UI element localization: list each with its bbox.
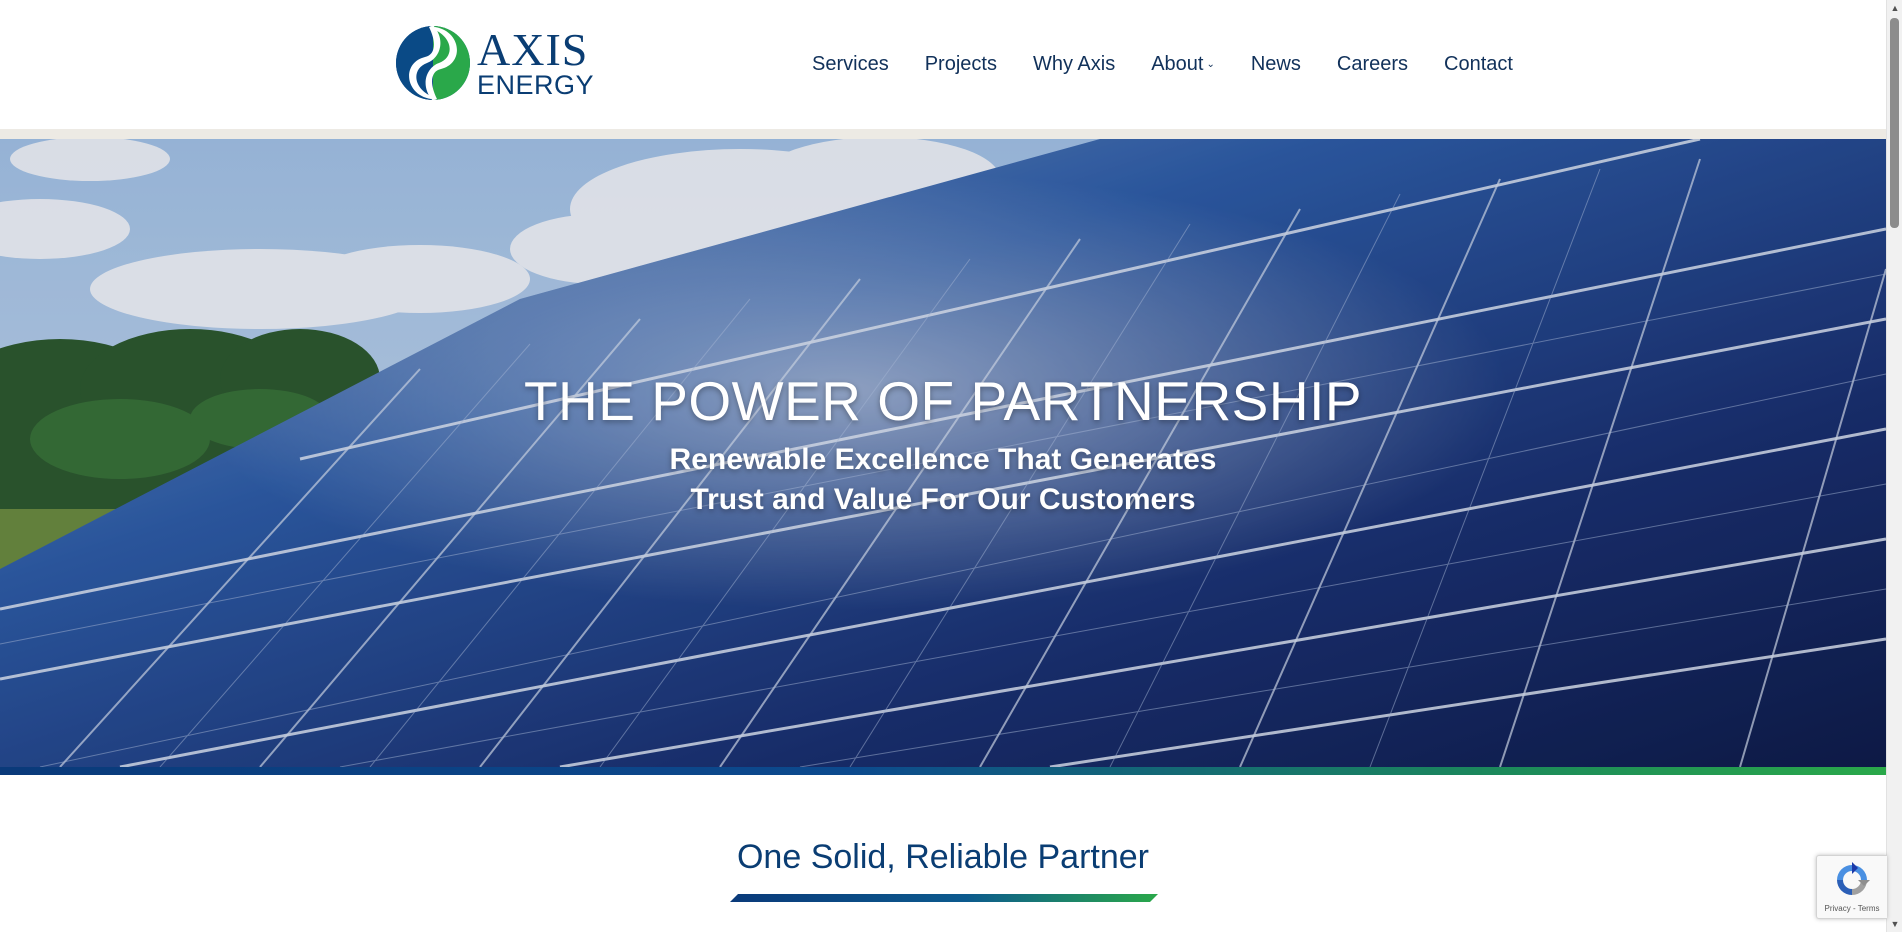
main-nav: Services Projects Why Axis About ⌄ News … [812,49,1513,79]
section-title-underline [730,894,1158,902]
hero-banner: THE POWER OF PARTNERSHIP Renewable Excel… [0,139,1886,767]
axis-energy-logo[interactable]: AXIS ENERGY [395,25,595,101]
recaptcha-icon [1837,862,1870,895]
recaptcha-privacy-link[interactable]: Privacy [1825,904,1851,913]
recaptcha-link-separator: - [1850,904,1858,913]
nav-item-label: Projects [924,52,997,75]
nav-item-label: Careers [1336,52,1409,75]
nav-item-projects[interactable]: Projects [925,53,997,76]
nav-item-services[interactable]: Services [812,53,889,76]
nav-item-label: Contact [1444,52,1513,75]
scroll-up-icon[interactable]: ▲ [1887,0,1902,16]
hero-accent-bar [0,767,1886,775]
logo-wordmark-axis: AXIS [477,24,589,75]
hero-subtitle-line-1: Renewable Excellence That Generates [669,443,1217,476]
nav-item-why-axis[interactable]: Why Axis [1033,53,1115,76]
nav-item-label: Services [812,52,889,75]
chevron-down-icon: ⌄ [1206,58,1215,70]
recaptcha-terms-link[interactable]: Terms [1858,904,1880,913]
scrollbar-thumb[interactable] [1890,18,1899,228]
hero-title: THE POWER OF PARTNERSHIP [523,370,1363,432]
nav-item-contact[interactable]: Contact [1444,53,1513,76]
recaptcha-badge[interactable]: Privacy - Terms [1816,855,1887,919]
nav-item-label: News [1250,52,1301,75]
axis-logo-mark-icon [396,26,470,100]
hero-subtitle-line-2: Trust and Value For Our Customers [690,483,1196,516]
logo-wordmark-energy: ENERGY [477,70,595,100]
nav-item-about[interactable]: About ⌄ [1151,53,1215,76]
recaptcha-links: Privacy - Terms [1817,904,1887,913]
nav-item-news[interactable]: News [1251,53,1301,76]
site-header: AXIS ENERGY Services Projects Why Axis A… [0,0,1886,129]
section-title: One Solid, Reliable Partner [736,838,1149,876]
header-divider [0,129,1886,139]
nav-item-careers[interactable]: Careers [1337,53,1408,76]
nav-item-label: Why Axis [1032,52,1116,75]
nav-item-label: About [1151,52,1204,75]
scroll-down-icon[interactable]: ▼ [1887,916,1902,932]
page-scrollbar[interactable]: ▲ ▼ [1886,0,1902,932]
